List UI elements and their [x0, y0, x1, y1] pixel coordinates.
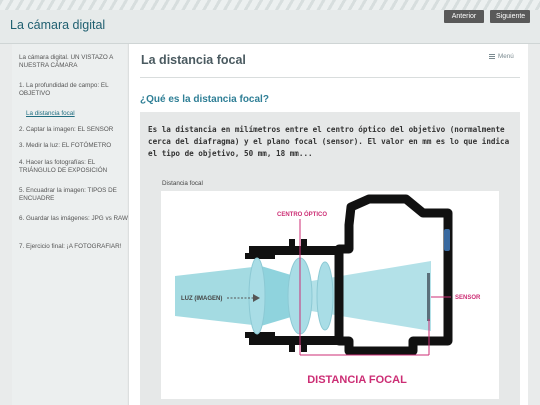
- light-label: LUZ (IMAGEN): [181, 296, 222, 302]
- sidebar-item-exposicion[interactable]: 4. Hacer las fotografías: EL TRIÁNGULO D…: [19, 159, 129, 176]
- lens-element-rear: [316, 261, 334, 331]
- sidebar-item-encuadre[interactable]: 5. Encuadrar la imagen: TIPOS DE ENCUADR…: [19, 187, 129, 204]
- menu-label: Menú: [498, 53, 514, 60]
- sidebar-item-intro[interactable]: La cámara digital. UN VISTAZO A NUESTRA …: [19, 54, 129, 71]
- sidebar-item-objetivo[interactable]: 1. La profundidad de campo: EL OBJETIVO: [19, 82, 129, 99]
- title-divider: [140, 77, 520, 78]
- main-content: La distancia focal Menú ¿Qué es la dista…: [128, 44, 528, 405]
- lens-mount-top-2: [301, 239, 307, 255]
- sidebar-item-ejercicio[interactable]: 7. Ejercicio final: ¡A FOTOGRAFIAR!: [19, 243, 129, 251]
- sidebar-item-formatos[interactable]: 6. Guardar las imágenes: JPG vs RAW: [19, 215, 129, 223]
- hamburger-icon: [489, 53, 495, 59]
- focal-distance-diagram: CENTRO ÓPTICO LUZ (IMAGEN) SENSOR DISTAN…: [161, 191, 499, 399]
- sidebar-item-sensor[interactable]: 2. Captar la imagen: EL SENSOR: [19, 126, 129, 134]
- sidebar-nav: La cámara digital. UN VISTAZO A NUESTRA …: [12, 44, 129, 405]
- lens-mount-bottom-2: [301, 336, 307, 352]
- previous-button[interactable]: Anterior: [444, 10, 484, 23]
- lens-element-front: [248, 257, 266, 335]
- definition-panel: Es la distancia en milímetros entre el c…: [140, 112, 520, 405]
- section-heading: ¿Qué es la distancia focal?: [140, 94, 269, 105]
- lens-front-ring-bottom: [245, 332, 275, 338]
- next-button[interactable]: Siguiente: [490, 10, 530, 23]
- sensor-label: SENSOR: [455, 295, 481, 301]
- site-title[interactable]: La cámara digital: [10, 18, 105, 32]
- menu-button[interactable]: Menú: [489, 53, 514, 60]
- figure-caption: Distancia focal: [162, 180, 203, 187]
- lens-mount-bottom: [289, 336, 295, 352]
- top-header: La cámara digital Anterior Siguiente: [0, 0, 540, 44]
- sidebar-item-distancia-focal[interactable]: La distancia focal: [26, 110, 136, 118]
- header-pattern: [0, 0, 540, 10]
- page-title: La distancia focal: [141, 53, 246, 67]
- lens-front-ring-top: [245, 253, 275, 259]
- sensor-plane: [427, 273, 430, 321]
- lens-mount-top: [289, 239, 295, 255]
- optical-center-label: CENTRO ÓPTICO: [277, 210, 327, 218]
- sidebar-item-fotometro[interactable]: 3. Medir la luz: EL FOTÓMETRO: [19, 142, 129, 150]
- focal-distance-label: DISTANCIA FOCAL: [307, 374, 407, 386]
- camera-grip: [444, 229, 450, 251]
- definition-text: Es la distancia en milímetros entre el c…: [148, 125, 510, 158]
- diagram-svg: CENTRO ÓPTICO LUZ (IMAGEN) SENSOR DISTAN…: [175, 194, 481, 386]
